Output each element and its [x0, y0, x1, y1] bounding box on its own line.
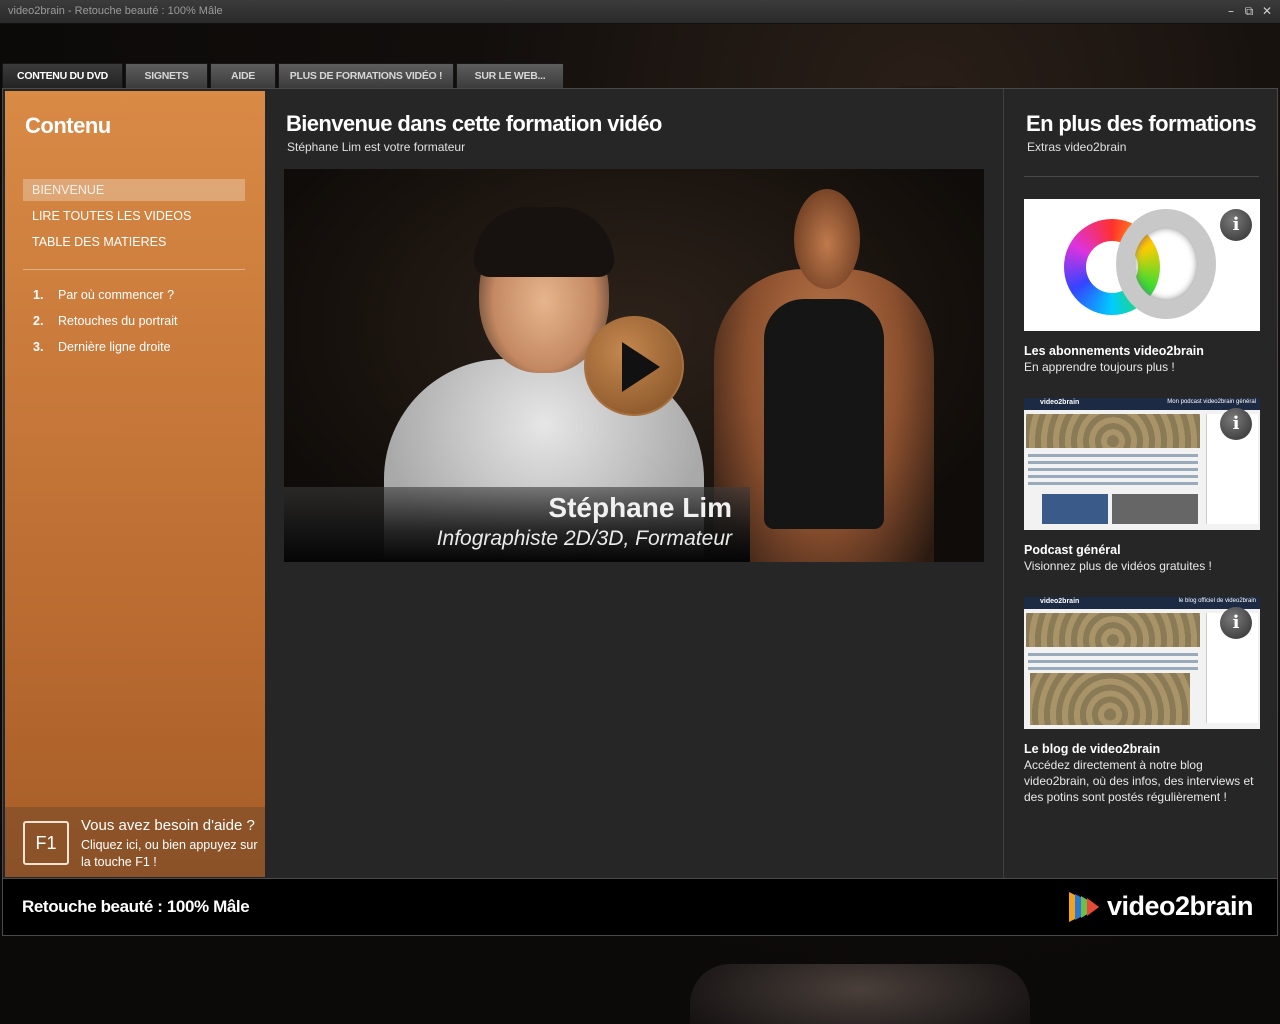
tab-signets[interactable]: SIGNETS — [125, 63, 208, 88]
minimize-icon[interactable]: – — [1224, 3, 1238, 19]
brand-name: video2brain — [1106, 891, 1254, 921]
chapter-list: 1. Par où commencer ? 2. Retouches du po… — [33, 288, 178, 366]
chapter-item-3[interactable]: 3. Dernière ligne droite — [33, 340, 178, 366]
window-title: video2brain - Retouche beauté : 100% Mâl… — [8, 5, 223, 17]
card-text: Accédez directement à notre blog video2b… — [1024, 758, 1254, 804]
tab-aide[interactable]: AIDE — [210, 63, 276, 88]
thumb-site-brand: video2brain — [1040, 399, 1080, 406]
sidebar-item-table-des-matieres[interactable]: TABLE DES MATIERES — [23, 231, 245, 253]
extras-card-blog[interactable]: video2brain le blog officiel de video2bra… — [1024, 597, 1260, 805]
chapter-label: Dernière ligne droite — [58, 340, 171, 354]
thumb-site-title: Mon podcast video2brain général — [1167, 399, 1256, 405]
card-title: Le blog de video2brain — [1024, 742, 1161, 756]
extras-title: En plus des formations — [1026, 111, 1257, 136]
info-icon[interactable]: i — [1220, 209, 1252, 241]
page-title: Bienvenue dans cette formation vidéo — [286, 111, 662, 136]
tab-contenu-du-dvd[interactable]: CONTENU DU DVD — [2, 63, 123, 88]
chapter-number: 2. — [33, 314, 44, 328]
silver-ring-graphic — [1116, 209, 1216, 319]
video2brain-logo-icon — [1068, 891, 1105, 922]
footer-bar: Retouche beauté : 100% Mâle video2brain — [2, 878, 1278, 936]
maximize-icon[interactable]: ⧉ — [1242, 3, 1256, 19]
chapter-number: 1. — [33, 288, 44, 302]
chapter-label: Retouches du portrait — [58, 314, 178, 328]
main-frame: Contenu BIENVENUE LIRE TOUTES LES VIDEOS… — [2, 88, 1278, 936]
info-icon[interactable]: i — [1220, 408, 1252, 440]
trainer-role: Infographiste 2D/3D, Formateur — [436, 527, 732, 550]
extras-divider — [1024, 176, 1259, 177]
window-titlebar: video2brain - Retouche beauté : 100% Mâl… — [0, 0, 1280, 24]
video-person-left-hair — [474, 207, 614, 277]
close-icon[interactable]: ✕ — [1260, 3, 1274, 19]
tab-sur-le-web[interactable]: SUR LE WEB... — [456, 63, 564, 88]
window-controls: – ⧉ ✕ — [1224, 3, 1274, 19]
blog-thumbnail[interactable]: video2brain le blog officiel de video2bra… — [1024, 597, 1260, 729]
sidebar-item-lire-toutes-les-videos[interactable]: LIRE TOUTES LES VIDEOS — [23, 205, 245, 227]
sidebar-divider — [23, 269, 245, 270]
content-sidebar: Contenu BIENVENUE LIRE TOUTES LES VIDEOS… — [5, 91, 265, 877]
thumb-text-lines — [1028, 454, 1198, 489]
sidebar-nav: BIENVENUE LIRE TOUTES LES VIDEOS TABLE D… — [23, 179, 245, 257]
sidebar-item-bienvenue[interactable]: BIENVENUE — [23, 179, 245, 201]
card-text: En apprendre toujours plus ! — [1024, 360, 1175, 374]
trainer-name: Stéphane Lim — [548, 492, 732, 523]
card-text: Visionnez plus de vidéos gratuites ! — [1024, 559, 1212, 573]
help-title: Vous avez besoin d'aide ? — [81, 817, 255, 834]
info-icon[interactable]: i — [1220, 607, 1252, 639]
chapter-label: Par où commencer ? — [58, 288, 175, 302]
tab-plus-de-formations[interactable]: PLUS DE FORMATIONS VIDÉO ! — [278, 63, 454, 88]
extras-card-podcast[interactable]: video2brain Mon podcast video2brain génér… — [1024, 398, 1260, 574]
video-person-right-shirt — [764, 299, 884, 529]
course-title: Retouche beauté : 100% Mâle — [22, 897, 250, 916]
extras-card-abonnements[interactable]: i Les abonnements video2brain En apprend… — [1024, 199, 1260, 375]
extras-subtitle: Extras video2brain — [1027, 140, 1127, 154]
thumb-banner — [1026, 414, 1200, 448]
thumb-site-brand: video2brain — [1040, 598, 1080, 605]
thumb-screenshot — [1042, 494, 1108, 524]
abonnements-thumbnail[interactable]: i — [1024, 199, 1260, 331]
thumb-screenshot — [1112, 494, 1198, 524]
sidebar-title: Contenu — [25, 113, 111, 138]
help-text: Cliquez ici, ou bien appuyez sur la touc… — [81, 838, 258, 869]
thumb-site-header: video2brain le blog officiel de video2bra… — [1024, 597, 1260, 609]
top-tabs: CONTENU DU DVD SIGNETS AIDE PLUS DE FORM… — [2, 63, 566, 88]
f1-key-icon: F1 — [23, 821, 69, 865]
chapter-number: 3. — [33, 340, 44, 354]
brand-logo: video2brain — [1068, 891, 1254, 922]
thumb-banner — [1030, 673, 1190, 725]
play-icon[interactable] — [584, 316, 684, 416]
background-figure-bottom — [690, 964, 1030, 1024]
thumb-site-header: video2brain Mon podcast video2brain génér… — [1024, 398, 1260, 410]
page-subtitle: Stéphane Lim est votre formateur — [287, 140, 466, 154]
extras-panel: En plus des formations Extras video2brai… — [1003, 89, 1277, 879]
chapter-item-1[interactable]: 1. Par où commencer ? — [33, 288, 178, 314]
thumb-banner — [1026, 613, 1200, 647]
card-title: Podcast général — [1024, 543, 1121, 557]
card-title: Les abonnements video2brain — [1024, 344, 1204, 358]
thumb-text-lines — [1028, 653, 1198, 674]
video-lower-third: Stéphane Lim Infographiste 2D/3D, Format… — [284, 487, 750, 562]
thumb-site-title: le blog officiel de video2brain — [1178, 598, 1256, 604]
podcast-thumbnail[interactable]: video2brain Mon podcast video2brain génér… — [1024, 398, 1260, 530]
video-person-right-head — [794, 189, 860, 289]
help-box[interactable]: F1 Vous avez besoin d'aide ? Cliquez ici… — [5, 807, 265, 877]
welcome-video[interactable]: Stéphane Lim Infographiste 2D/3D, Format… — [284, 169, 984, 562]
chapter-item-2[interactable]: 2. Retouches du portrait — [33, 314, 178, 340]
